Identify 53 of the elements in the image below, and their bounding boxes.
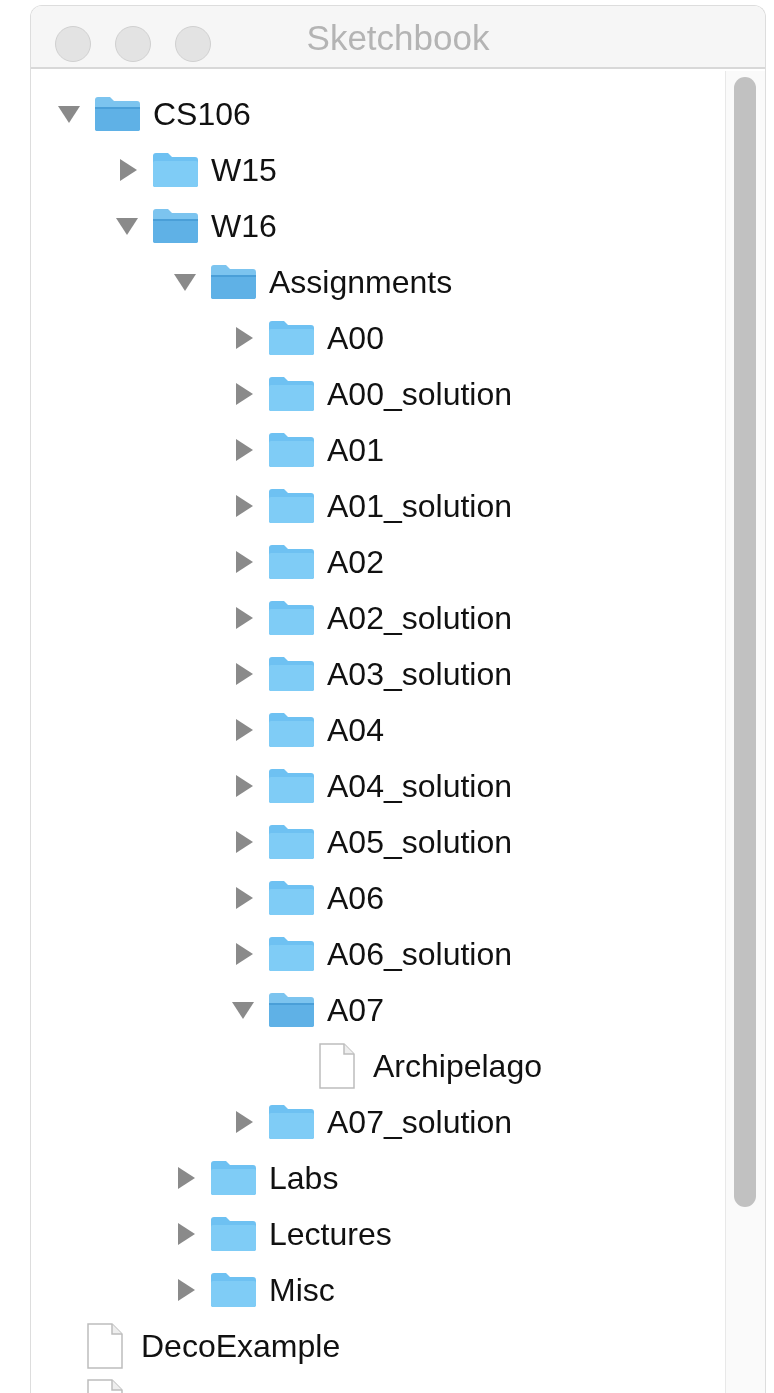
scrollbar[interactable] [725, 71, 765, 1393]
folder-icon [267, 880, 315, 916]
file-name[interactable]: DecoExample [141, 1326, 341, 1366]
folder-icon [267, 824, 315, 860]
folder-icon [267, 1104, 315, 1140]
folder-icon [267, 432, 315, 468]
folder-name[interactable]: Assignments [269, 262, 453, 302]
folder-name[interactable]: A00 [327, 318, 384, 358]
folder-icon [93, 96, 141, 132]
folder-name[interactable]: A00_solution [327, 374, 513, 414]
folder-icon [267, 488, 315, 524]
folder-name[interactable]: Labs [269, 1158, 339, 1198]
collapse-triangle-icon[interactable] [115, 215, 139, 237]
folder-name[interactable]: A04 [327, 710, 384, 750]
folder-icon [209, 1272, 257, 1308]
folder-name[interactable]: Lectures [269, 1214, 392, 1254]
folder-name[interactable]: A02_solution [327, 598, 513, 638]
folder-icon [209, 264, 257, 300]
folder-name[interactable]: A01_solution [327, 486, 513, 526]
window-title: Sketchbook [306, 17, 490, 59]
folder-icon [267, 656, 315, 692]
collapse-triangle-icon[interactable] [231, 999, 255, 1021]
file-icon [87, 1323, 123, 1369]
folder-icon [267, 320, 315, 356]
folder-name[interactable]: A05_solution [327, 822, 513, 862]
file-name[interactable]: Archipelago [373, 1046, 542, 1086]
folder-icon [267, 936, 315, 972]
folder-icon [267, 712, 315, 748]
folder-name[interactable]: A04_solution [327, 766, 513, 806]
folder-name[interactable]: A07 [327, 990, 384, 1030]
folder-icon [267, 600, 315, 636]
folder-name[interactable]: Misc [269, 1270, 335, 1310]
collapse-triangle-icon[interactable] [173, 271, 197, 293]
collapse-triangle-icon[interactable] [57, 103, 81, 125]
folder-icon [267, 544, 315, 580]
file-icon [319, 1043, 355, 1089]
folder-name[interactable]: A07_solution [327, 1102, 513, 1142]
folder-name[interactable]: A03_solution [327, 654, 513, 694]
folder-name[interactable]: A06 [327, 878, 384, 918]
folder-name[interactable]: W16 [211, 206, 277, 246]
scrollbar-thumb[interactable] [734, 77, 756, 1207]
folder-icon [267, 376, 315, 412]
folder-name[interactable]: W15 [211, 150, 277, 190]
folder-icon [151, 208, 199, 244]
folder-icon [151, 152, 199, 188]
folder-name[interactable]: A06_solution [327, 934, 513, 974]
folder-icon [209, 1216, 257, 1252]
folder-icon [267, 768, 315, 804]
folder-icon [267, 992, 315, 1028]
folder-name[interactable]: A02 [327, 542, 384, 582]
folder-name[interactable]: CS106 [153, 94, 251, 134]
folder-name[interactable]: A01 [327, 430, 384, 470]
folder-icon [209, 1160, 257, 1196]
